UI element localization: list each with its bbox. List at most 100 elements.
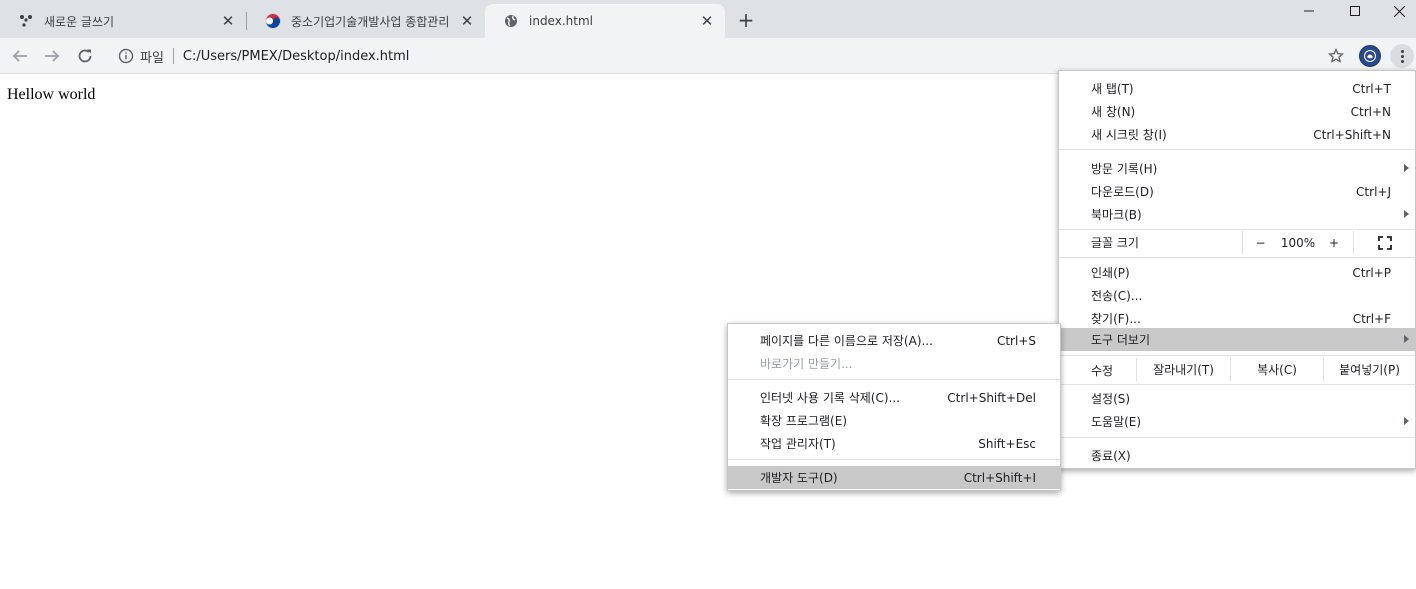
more-tools-submenu: 페이지를 다른 이름으로 저장(A)... Ctrl+S 바로가기 만들기...… [727,323,1061,491]
reload-button[interactable] [73,44,97,68]
menu-item-label: 북마크(B) [1091,208,1142,222]
menu-item-label: 바로가기 만들기... [760,357,853,371]
menu-item-label: 인터넷 사용 기록 삭제(C)... [760,391,900,405]
menu-item-new-window[interactable]: 새 창(N) Ctrl+N [1059,100,1415,123]
menu-item-downloads[interactable]: 다운로드(D) Ctrl+J [1059,180,1415,203]
menu-separator [1059,149,1415,150]
cut-button[interactable]: 잘라내기(T) [1136,358,1230,381]
tab-new-post[interactable]: 새로운 글쓰기 ✕ [0,4,246,38]
fullscreen-icon [1377,235,1392,250]
tab-title: 새로운 글쓰기 [44,14,115,29]
emblem-icon [1364,50,1376,62]
menu-item-label: 작업 관리자(T) [760,437,836,451]
menu-item-shortcut: Ctrl+T [1352,81,1391,96]
menu-item-exit[interactable]: 종료(X) [1059,444,1415,467]
arrow-right-icon [45,50,60,62]
tab-title: 중소기업기술개발사업 종합관리 [291,14,450,29]
reload-icon [78,49,92,63]
menu-separator [1059,384,1415,385]
menu-separator [1059,257,1415,258]
profile-avatar[interactable] [1359,45,1381,67]
globe-icon [503,13,519,29]
dots-icon [18,13,34,29]
menu-item-shortcut: Ctrl+N [1350,104,1391,119]
menu-item-settings[interactable]: 설정(S) [1059,387,1415,410]
menu-item-shortcut: Ctrl+Shift+N [1313,127,1391,142]
menu-item-label: 개발자 도구(D) [760,471,838,485]
menu-item-label: 페이지를 다른 이름으로 저장(A)... [760,334,933,348]
menu-item-bookmarks[interactable]: 북마크(B) [1059,203,1415,226]
submenu-arrow-icon [1404,164,1409,172]
zoom-label: 글꼴 크기 [1091,236,1139,250]
forward-button[interactable] [40,44,64,68]
menu-item-more-tools[interactable]: 도구 더보기 [1059,328,1415,351]
close-icon[interactable]: ✕ [459,13,475,29]
menu-item-shortcut: Ctrl+P [1352,265,1391,280]
menu-item-label: 도움말(E) [1091,415,1142,429]
menu-separator [1059,437,1415,438]
korea-emblem-icon [265,13,281,29]
submenu-item-extensions[interactable]: 확장 프로그램(E) [728,409,1060,432]
zoom-out-button[interactable]: − [1242,231,1278,254]
menu-button[interactable] [1390,44,1414,68]
menu-item-label: 설정(S) [1091,392,1131,406]
submenu-item-save-as[interactable]: 페이지를 다른 이름으로 저장(A)... Ctrl+S [728,329,1060,352]
submenu-item-task-manager[interactable]: 작업 관리자(T) Shift+Esc [728,432,1060,455]
menu-item-help[interactable]: 도움말(E) [1059,410,1415,433]
menu-item-shortcut: Ctrl+Shift+Del [947,390,1036,405]
submenu-item-create-shortcut: 바로가기 만들기... [728,352,1060,375]
submenu-arrow-icon [1404,335,1409,343]
menu-item-cast[interactable]: 전송(C)... [1059,284,1415,307]
menu-item-label: 확장 프로그램(E) [760,414,848,428]
page-body-text: Hellow world [7,86,96,103]
submenu-item-clear-data[interactable]: 인터넷 사용 기록 삭제(C)... Ctrl+Shift+Del [728,386,1060,409]
new-tab-button[interactable]: + [734,8,758,32]
menu-item-label: 방문 기록(H) [1091,162,1158,176]
dot-icon [1400,54,1404,58]
zoom-in-button[interactable]: + [1318,231,1350,254]
paste-button[interactable]: 붙여넣기(P) [1323,358,1415,381]
menu-item-label: 도구 더보기 [1091,333,1151,347]
menu-item-shortcut: Ctrl+Shift+I [963,470,1036,485]
tab-smtech[interactable]: 중소기업기술개발사업 종합관리 ✕ [247,4,485,38]
copy-button[interactable]: 복사(C) [1230,358,1323,381]
zoom-row: 글꼴 크기 − 100% + [1059,231,1415,254]
fullscreen-button[interactable] [1353,231,1415,254]
edit-label: 수정 [1091,364,1114,378]
menu-item-new-incognito[interactable]: 새 시크릿 창(I) Ctrl+Shift+N [1059,123,1415,146]
edit-row: 수정 잘라내기(T) 복사(C) 붙여넣기(P) [1059,358,1415,381]
url-text[interactable]: C:/Users/PMEX/Desktop/index.html [183,49,409,64]
close-icon[interactable]: ✕ [220,13,236,29]
menu-item-new-tab[interactable]: 새 탭(T) Ctrl+T [1059,77,1415,100]
tab-index-html[interactable]: index.html ✕ [485,4,725,38]
close-icon[interactable]: ✕ [699,13,715,29]
arrow-left-icon [12,50,27,62]
menu-item-shortcut: Ctrl+F [1352,311,1391,326]
menu-item-label: 새 시크릿 창(I) [1091,128,1167,142]
maximize-button[interactable] [1332,0,1378,22]
dot-icon [1400,49,1404,53]
menu-separator [728,459,1060,460]
minimize-button[interactable] [1286,0,1332,22]
menu-item-label: 새 탭(T) [1091,82,1134,96]
menu-item-shortcut: Ctrl+S [996,333,1036,348]
submenu-arrow-icon [1404,210,1409,218]
info-icon[interactable] [118,48,134,64]
menu-item-shortcut: Shift+Esc [978,436,1036,451]
menu-item-label: 종료(X) [1091,449,1131,463]
menu-item-label: 다운로드(D) [1091,185,1154,199]
toolbar: 파일 C:/Users/PMEX/Desktop/index.html [0,38,1416,74]
submenu-item-devtools[interactable]: 개발자 도구(D) Ctrl+Shift+I [728,466,1060,489]
back-button[interactable] [8,44,32,68]
bookmark-star-icon[interactable] [1328,48,1344,64]
menu-item-label: 새 창(N) [1091,105,1136,119]
address-bar[interactable]: 파일 C:/Users/PMEX/Desktop/index.html [108,42,1352,70]
menu-item-print[interactable]: 인쇄(P) Ctrl+P [1059,261,1415,284]
window-close-button[interactable] [1376,0,1416,22]
menu-separator [728,379,1060,380]
menu-item-label: 찾기(F)... [1091,312,1141,326]
zoom-level: 100% [1280,235,1316,250]
menu-item-find[interactable]: 찾기(F)... Ctrl+F [1059,307,1415,330]
menu-item-history[interactable]: 방문 기록(H) [1059,157,1415,180]
menu-separator [1059,355,1415,356]
